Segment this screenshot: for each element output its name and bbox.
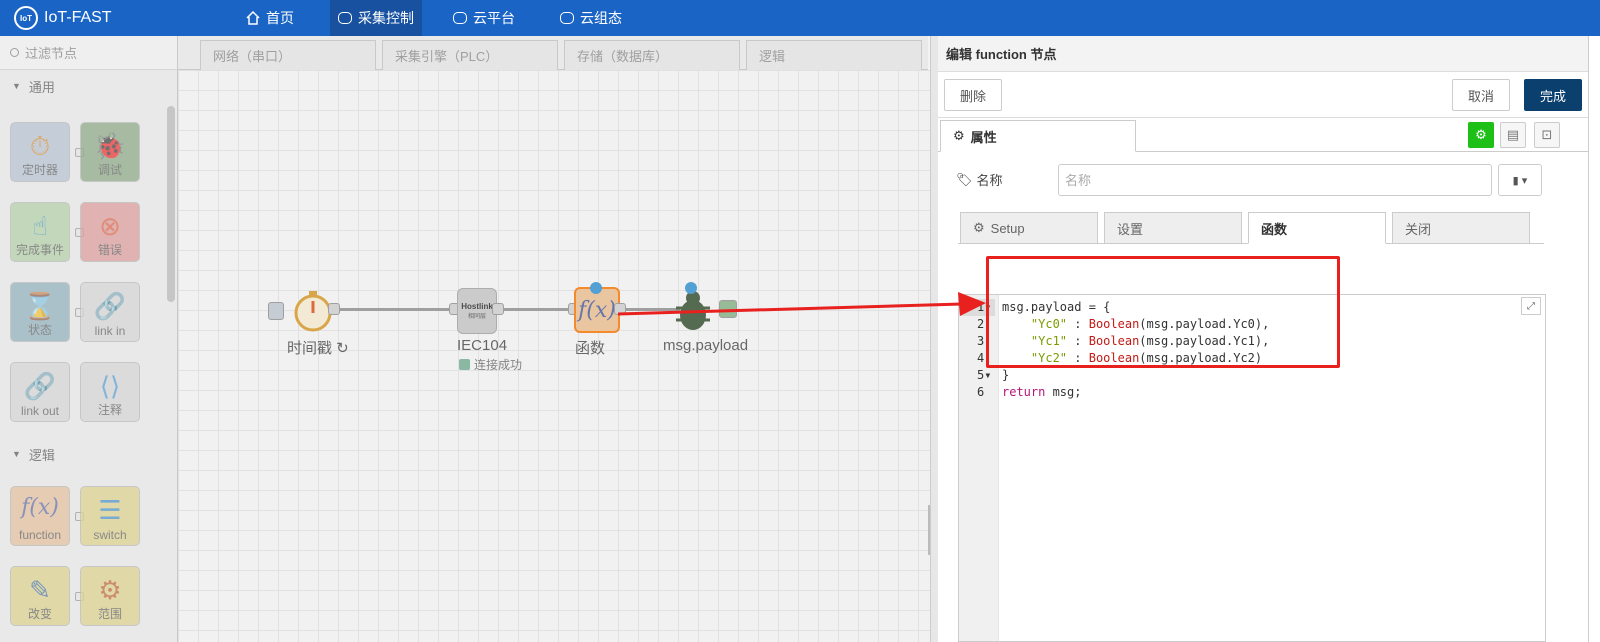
- cloud-gear-icon: [338, 12, 352, 24]
- code-line[interactable]: 5▾}: [959, 367, 1547, 384]
- appearance-button[interactable]: ⊡: [1534, 122, 1560, 148]
- home-icon: [246, 11, 260, 25]
- line-number: 6: [977, 385, 985, 399]
- nav-label: 首页: [266, 10, 294, 26]
- line-number: 5▾: [977, 368, 992, 382]
- expand-editor-button[interactable]: ⤢: [1521, 297, 1541, 315]
- book-caret-icon: ▮ ▾: [1512, 174, 1528, 187]
- gear-icon: ⚙: [973, 220, 985, 235]
- code-text: return msg;: [1002, 385, 1082, 399]
- delete-button[interactable]: 删除: [944, 79, 1002, 111]
- name-label-text: 名称: [976, 173, 1003, 188]
- brand[interactable]: IoT IoT-FAST: [14, 6, 112, 30]
- tab-settings[interactable]: 设置: [1104, 212, 1242, 244]
- name-input[interactable]: [1058, 164, 1492, 196]
- nav-label: 采集控制: [358, 10, 414, 26]
- panel-divider[interactable]: [930, 36, 938, 642]
- tab-close[interactable]: 关闭: [1392, 212, 1530, 244]
- function-subtabs: ⚙ Setup 设置 函数 关闭: [958, 210, 1544, 244]
- cloud-icon: [453, 12, 467, 24]
- cloud-config-icon: [560, 12, 574, 24]
- properties-tabbar: ⚙ 属性 ⚙ ▤ ⊡: [938, 118, 1600, 152]
- editor-button-bar: 删除 取消 完成: [938, 72, 1600, 118]
- nav-item-cloud-config[interactable]: 云组态: [552, 0, 630, 36]
- gear-icon: ⚙: [953, 128, 965, 143]
- panel-edge: [1588, 36, 1600, 642]
- editor-title: 编辑 function 节点: [938, 36, 1600, 72]
- modal-overlay: [0, 36, 930, 642]
- icon-select-button[interactable]: ▮ ▾: [1498, 164, 1542, 196]
- tab-properties[interactable]: ⚙ 属性: [940, 120, 1136, 152]
- tab-function[interactable]: 函数: [1248, 212, 1386, 244]
- document-icon: ▤: [1506, 127, 1520, 142]
- tab-properties-label: 属性: [970, 129, 997, 145]
- expand-icon: ⤢: [1527, 300, 1535, 312]
- description-button[interactable]: ▤: [1500, 122, 1526, 148]
- tab-setup[interactable]: ⚙ Setup: [960, 212, 1098, 244]
- tab-setup-label: Setup: [990, 220, 1025, 236]
- nav-item-home[interactable]: 首页: [238, 0, 302, 36]
- gear-icon: ⚙: [1475, 127, 1487, 142]
- top-navbar: IoT IoT-FAST 首页 采集控制 云平台 云组态: [0, 0, 1600, 36]
- tag-icon: 🏷: [956, 171, 973, 187]
- nav-label: 云平台: [473, 10, 515, 26]
- cancel-button[interactable]: 取消: [1452, 79, 1510, 111]
- nav-label: 云组态: [580, 10, 622, 26]
- code-text: }: [1002, 368, 1010, 382]
- nav-item-collect-control[interactable]: 采集控制: [330, 0, 422, 36]
- code-line[interactable]: 6 return msg;: [959, 384, 1547, 401]
- nav-item-cloud-platform[interactable]: 云平台: [445, 0, 523, 36]
- name-label: 🏷 名称: [956, 170, 1003, 189]
- done-button[interactable]: 完成: [1524, 79, 1582, 111]
- settings-gear-button[interactable]: ⚙: [1468, 122, 1494, 148]
- brand-logo-icon: IoT: [14, 6, 38, 30]
- brand-name: IoT-FAST: [44, 9, 112, 26]
- frame-icon: ⊡: [1541, 127, 1553, 142]
- annotation-highlight-box: [986, 256, 1340, 368]
